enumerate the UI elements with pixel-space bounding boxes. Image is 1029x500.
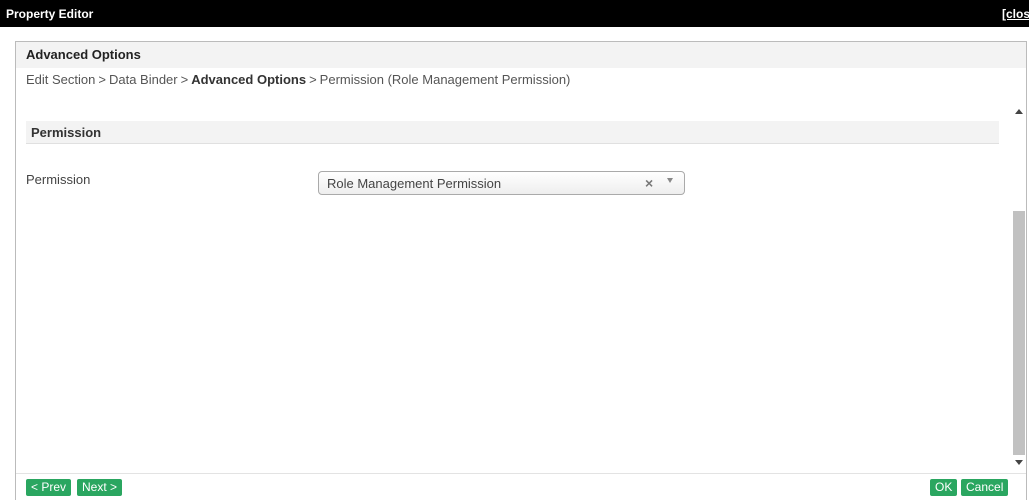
scroll-up-icon[interactable] bbox=[1015, 109, 1023, 114]
vertical-scrollbar[interactable] bbox=[1011, 103, 1026, 475]
breadcrumb-item-permission[interactable]: Permission (Role Management Permission) bbox=[320, 72, 571, 87]
scrollbar-thumb[interactable] bbox=[1013, 211, 1025, 455]
ok-button[interactable]: OK bbox=[930, 479, 958, 496]
cancel-button[interactable]: Cancel bbox=[961, 479, 1009, 496]
breadcrumb: Edit Section > Data Binder > Advanced Option… bbox=[26, 72, 570, 87]
section-title: Permission bbox=[31, 125, 102, 140]
breadcrumb-item-advanced-options: Advanced Options bbox=[191, 72, 307, 87]
prev-button[interactable]: < Prev bbox=[26, 479, 72, 496]
permission-select-value: Role Management Permission bbox=[327, 176, 502, 191]
footer-bar: < Prev Next > OK Cancel bbox=[16, 473, 1026, 500]
permission-label: Permission bbox=[26, 172, 91, 187]
panel-title: Advanced Options bbox=[26, 47, 141, 62]
breadcrumb-item-data-binder[interactable]: Data Binder bbox=[109, 72, 178, 87]
permission-select[interactable]: Role Management Permission × bbox=[318, 171, 685, 195]
title-bar: Property Editor [close] bbox=[0, 0, 1029, 27]
chevron-down-icon[interactable] bbox=[667, 178, 673, 183]
advanced-options-panel: Advanced Options Edit Section > Data Binde… bbox=[15, 41, 1027, 500]
section-header: Permission bbox=[26, 121, 999, 144]
breadcrumb-item-edit-section[interactable]: Edit Section bbox=[26, 72, 95, 87]
next-button[interactable]: Next > bbox=[77, 479, 123, 496]
close-link[interactable]: [close] bbox=[1002, 7, 1029, 21]
breadcrumb-separator: > bbox=[98, 72, 106, 87]
scroll-down-icon[interactable] bbox=[1015, 460, 1023, 465]
panel-header: Advanced Options bbox=[16, 42, 1026, 68]
breadcrumb-separator: > bbox=[309, 72, 317, 87]
window-title: Property Editor bbox=[6, 7, 94, 21]
content-area: Permission Permission Role Management Pe… bbox=[16, 100, 1012, 472]
clear-icon[interactable]: × bbox=[645, 175, 653, 191]
breadcrumb-separator: > bbox=[180, 72, 189, 87]
